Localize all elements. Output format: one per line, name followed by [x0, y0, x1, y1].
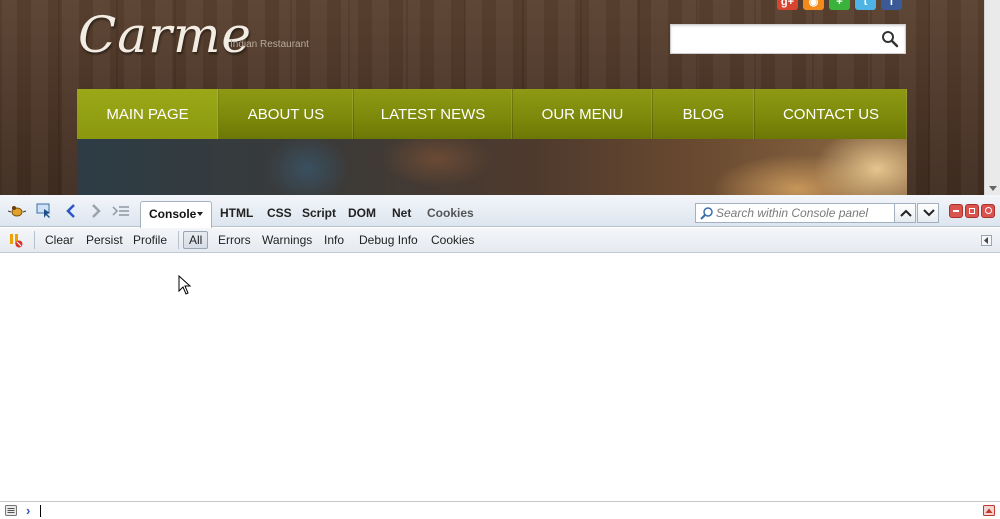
minimize-button[interactable] — [949, 204, 963, 218]
scroll-down-icon[interactable] — [989, 186, 997, 191]
chevron-up-icon — [900, 209, 912, 217]
plus-icon[interactable]: + — [829, 0, 850, 10]
minimize-icon — [953, 210, 959, 212]
firebug-menu-icon[interactable] — [8, 203, 26, 219]
power-icon — [985, 207, 992, 214]
social-links: g+ ◉ + t f — [777, 0, 902, 10]
console-search-input[interactable]: Search within Console panel — [695, 203, 895, 223]
expand-side-panel-icon[interactable] — [981, 235, 992, 246]
tab-cookies[interactable]: Cookies — [427, 203, 474, 223]
inspect-element-icon[interactable] — [36, 203, 54, 219]
search-icon[interactable] — [881, 30, 899, 48]
search-icon — [700, 207, 713, 220]
filter-debug-info-button[interactable]: Debug Info — [359, 233, 418, 247]
tab-console-label: Console — [149, 207, 197, 221]
filter-all-button[interactable]: All — [183, 231, 209, 249]
detach-icon — [969, 208, 975, 214]
detach-button[interactable] — [965, 204, 979, 218]
nav-main-page[interactable]: MAIN PAGE — [77, 89, 219, 139]
persist-button[interactable]: Persist — [86, 233, 123, 247]
toolbar-divider — [34, 231, 35, 249]
tab-dom[interactable]: DOM — [348, 203, 376, 223]
command-editor-icon[interactable] — [112, 203, 130, 219]
nav-blog[interactable]: BLOG — [653, 89, 755, 139]
main-nav: MAIN PAGE ABOUT US LATEST NEWS OUR MENU … — [77, 89, 907, 139]
nav-contact-us[interactable]: CONTACT US — [755, 89, 907, 139]
firebug-toolbar: Console HTML CSS Script DOM Net Cookies … — [0, 195, 1000, 228]
tab-console[interactable]: Console — [140, 201, 212, 228]
command-line[interactable]: › — [0, 501, 1000, 519]
rss-icon[interactable]: ◉ — [803, 0, 824, 10]
filter-errors-button[interactable]: Errors — [218, 233, 251, 247]
filter-cookies-button[interactable]: Cookies — [431, 233, 474, 247]
forward-arrow-icon[interactable] — [87, 203, 105, 219]
search-next-button[interactable] — [917, 203, 939, 223]
site-tagline: Indian Restaurant — [230, 39, 309, 50]
clear-button[interactable]: Clear — [45, 233, 74, 247]
toolbar-divider — [178, 231, 179, 249]
profile-button[interactable]: Profile — [133, 233, 167, 247]
tab-html[interactable]: HTML — [220, 203, 253, 223]
search-prev-button[interactable] — [894, 203, 916, 223]
twitter-icon[interactable]: t — [855, 0, 876, 10]
console-log-icon[interactable] — [5, 505, 17, 516]
hero-banner-image — [77, 139, 907, 195]
website-viewport: Carme Indian Restaurant g+ ◉ + t f MAIN … — [0, 0, 1000, 195]
back-arrow-icon[interactable] — [63, 203, 81, 219]
nav-about-us[interactable]: ABOUT US — [219, 89, 354, 139]
text-caret — [40, 505, 41, 517]
console-output-area[interactable] — [0, 254, 1000, 501]
break-on-errors-icon[interactable] — [9, 233, 23, 248]
close-button[interactable] — [981, 204, 995, 218]
nav-our-menu[interactable]: OUR MENU — [513, 89, 653, 139]
console-filter-bar: Clear Persist Profile All Errors Warning… — [0, 228, 1000, 253]
console-search-placeholder: Search within Console panel — [716, 206, 869, 220]
expand-command-editor-icon[interactable] — [983, 505, 995, 516]
tab-net[interactable]: Net — [392, 203, 411, 223]
tab-css[interactable]: CSS — [267, 203, 292, 223]
site-logo[interactable]: Carme — [78, 6, 252, 64]
tab-script[interactable]: Script — [302, 203, 336, 223]
firebug-panel: Console HTML CSS Script DOM Net Cookies … — [0, 195, 1000, 519]
nav-latest-news[interactable]: LATEST NEWS — [354, 89, 513, 139]
page-scrollbar[interactable] — [984, 0, 1000, 195]
google-plus-icon[interactable]: g+ — [777, 0, 798, 10]
filter-warnings-button[interactable]: Warnings — [262, 233, 312, 247]
facebook-icon[interactable]: f — [881, 0, 902, 10]
site-search-input[interactable] — [670, 24, 906, 54]
command-prompt: › — [26, 503, 31, 518]
chevron-down-icon[interactable] — [197, 212, 203, 216]
chevron-down-icon — [923, 209, 935, 217]
filter-info-button[interactable]: Info — [324, 233, 344, 247]
mouse-cursor-icon — [178, 275, 192, 295]
